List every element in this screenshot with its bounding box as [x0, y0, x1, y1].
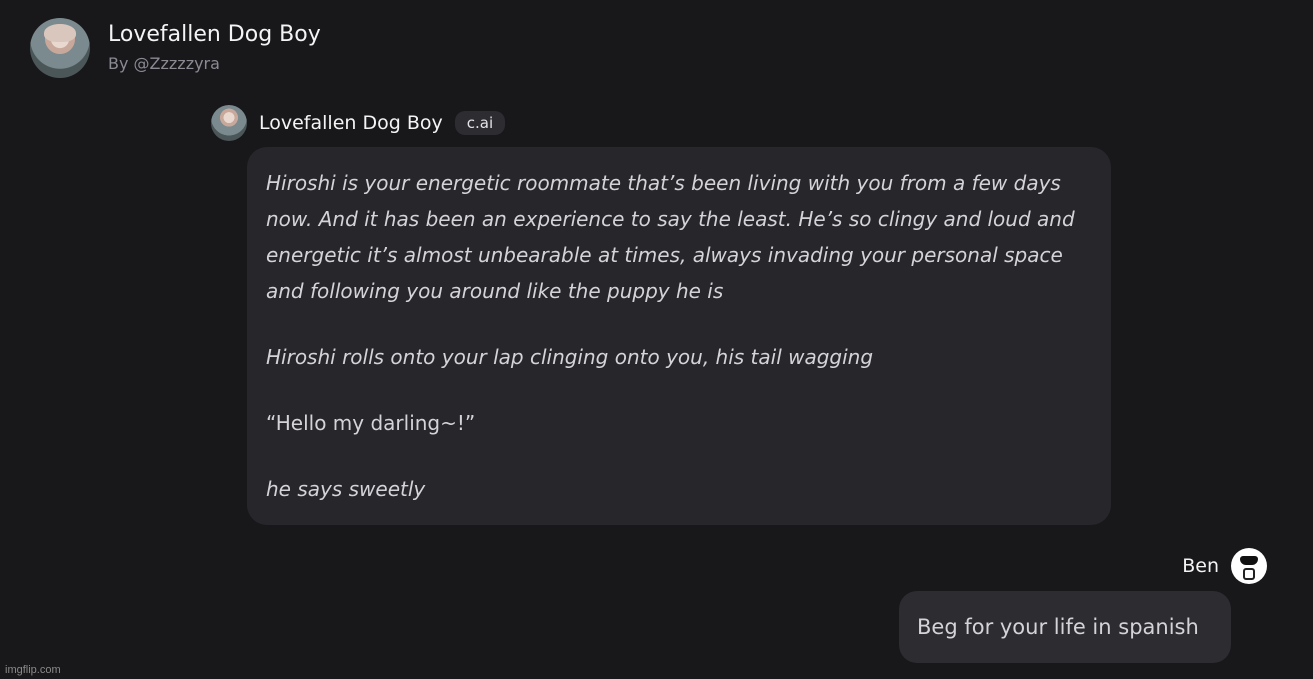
bot-message-header: Lovefallen Dog Boy c.ai	[211, 105, 506, 141]
character-avatar[interactable]	[30, 18, 90, 78]
bot-message-paragraph: Hiroshi is your energetic roommate that’…	[266, 171, 1075, 303]
bot-message-paragraph: Hiroshi rolls onto your lap clinging ont…	[266, 345, 874, 369]
bot-message-bubble: Hiroshi is your energetic roommate that’…	[247, 147, 1111, 525]
cai-badge: c.ai	[454, 111, 506, 135]
bot-name: Lovefallen Dog Boy	[259, 112, 443, 134]
imgflip-watermark: imgflip.com	[5, 664, 61, 676]
user-name: Ben	[1182, 555, 1219, 577]
user-avatar[interactable]	[1231, 548, 1267, 584]
character-info: Lovefallen Dog Boy By @Zzzzzyra	[108, 21, 321, 75]
character-title: Lovefallen Dog Boy	[108, 22, 321, 47]
character-creator[interactable]: By @Zzzzzyra	[108, 53, 321, 75]
user-message-header: Ben	[1182, 548, 1267, 584]
bot-avatar[interactable]	[211, 105, 247, 141]
bot-message-paragraph: he says sweetly	[266, 477, 426, 501]
character-header: Lovefallen Dog Boy By @Zzzzzyra	[30, 18, 321, 78]
bot-message-paragraph: “Hello my darling~!”	[266, 411, 476, 435]
user-message-bubble: Beg for your life in spanish	[899, 591, 1231, 663]
